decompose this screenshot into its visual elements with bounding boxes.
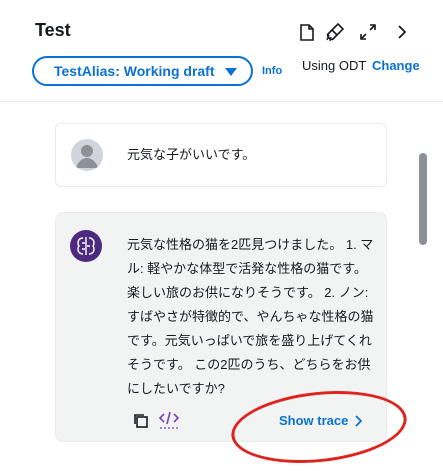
info-link[interactable]: Info (262, 65, 282, 77)
chevron-right-icon[interactable] (392, 22, 412, 42)
caret-down-icon (225, 68, 237, 76)
chat-scrollbar-thumb[interactable] (419, 153, 427, 245)
document-icon[interactable] (297, 22, 317, 42)
change-odt-link[interactable]: Change (372, 58, 420, 73)
agent-message-bubble: 元気な性格の猫を2匹見つけました。 1. マル: 軽やかな体型で活発な性格の猫で… (55, 212, 387, 442)
brush-icon[interactable] (325, 22, 345, 42)
code-icon[interactable] (158, 410, 180, 430)
show-trace-label: Show trace (279, 413, 349, 428)
user-message-bubble: 元気な子がいいです。 (55, 123, 387, 187)
test-panel-header: Test TestAlias: Working draft Info Using… (0, 0, 443, 102)
expand-icon[interactable] (358, 22, 378, 42)
copy-icon[interactable] (133, 413, 149, 429)
show-trace-link[interactable]: Show trace (279, 413, 363, 428)
alias-dropdown-label: TestAlias: Working draft (54, 63, 215, 79)
agent-brain-icon (70, 230, 102, 262)
user-avatar-icon (71, 139, 103, 171)
agent-message-text: 元気な性格の猫を2匹見つけました。 1. マル: 軽やかな体型で活発な性格の猫で… (127, 237, 374, 396)
chevron-right-icon (355, 414, 363, 427)
panel-title: Test (35, 20, 71, 40)
alias-dropdown[interactable]: TestAlias: Working draft (32, 56, 253, 86)
odt-status-text: Using ODT (302, 58, 367, 73)
user-message-text: 元気な子がいいです。 (127, 147, 256, 162)
